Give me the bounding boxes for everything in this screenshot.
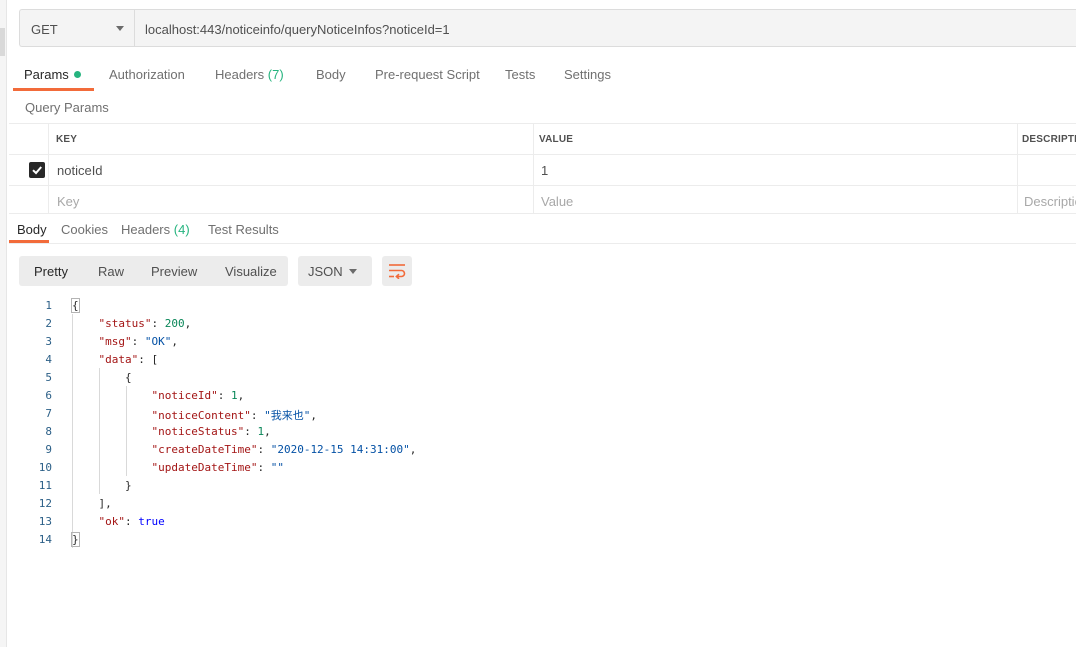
query-params-table: KEY VALUE DESCRIPTIO noticeId 1 Key Valu… (9, 123, 1076, 214)
code-line: ], (72, 497, 112, 510)
url-text: localhost:443/noticeinfo/queryNoticeInfo… (145, 22, 450, 37)
column-header-value: VALUE (539, 134, 574, 145)
line-number: 7 (45, 407, 52, 420)
format-selector: Pretty Raw Preview Visualize (19, 256, 288, 286)
json-key: "noticeId" (151, 389, 218, 402)
line-number: 1 (45, 299, 52, 312)
tab-params[interactable]: Params (24, 67, 81, 82)
table-divider (9, 154, 1076, 155)
code-line: "noticeStatus": 1, (151, 425, 271, 438)
json-key: "msg" (98, 335, 132, 348)
line-number: 11 (38, 479, 52, 492)
code-line: "data": [ (98, 353, 159, 366)
json-boolean: true (138, 515, 165, 528)
code-line: { (72, 371, 132, 384)
active-tab-indicator (13, 88, 94, 91)
code-line: "status": 200, (98, 317, 192, 330)
code-line: "ok": true (98, 515, 165, 528)
response-tab-body[interactable]: Body (17, 222, 47, 237)
chevron-down-icon (349, 269, 357, 274)
line-number: 6 (45, 389, 52, 402)
tab-body[interactable]: Body (316, 67, 346, 82)
json-key: "data" (98, 353, 139, 366)
tab-params-label: Params (24, 67, 69, 82)
format-raw-button[interactable]: Raw (98, 264, 124, 279)
description-placeholder[interactable]: Descriptio (1024, 194, 1076, 209)
value-placeholder[interactable]: Value (541, 194, 573, 209)
column-divider (533, 123, 534, 214)
tab-headers-label: Headers (215, 67, 265, 82)
json-key: "updateDateTime" (151, 461, 258, 474)
json-number: 200 (164, 317, 185, 330)
language-label: JSON (308, 264, 343, 279)
format-preview-button[interactable]: Preview (151, 264, 197, 279)
json-string: "OK" (144, 335, 172, 348)
tab-prerequest-script[interactable]: Pre-request Script (375, 67, 480, 82)
query-params-title: Query Params (25, 100, 109, 115)
column-header-key: KEY (56, 134, 78, 145)
column-divider (1017, 123, 1018, 214)
json-number: 1 (230, 389, 238, 402)
param-key-cell[interactable]: noticeId (57, 163, 103, 178)
wrap-lines-button[interactable] (382, 256, 412, 286)
json-key: "noticeStatus" (151, 425, 245, 438)
left-panel-handle[interactable] (0, 28, 5, 56)
code-line: } (71, 532, 80, 547)
line-number: 4 (45, 353, 52, 366)
response-tab-headers[interactable]: Headers (4) (121, 222, 190, 237)
code-line: "noticeContent": "我来也", (151, 409, 317, 422)
table-divider (9, 185, 1076, 186)
wrap-lines-icon (389, 264, 406, 279)
response-tab-headers-label: Headers (121, 222, 171, 237)
tab-authorization[interactable]: Authorization (109, 67, 185, 82)
json-string: "2020-12-15 14:31:00" (270, 443, 410, 456)
response-tab-test-results[interactable]: Test Results (208, 222, 279, 237)
response-tab-headers-count: (4) (173, 222, 190, 237)
code-line: "updateDateTime": "" (151, 461, 284, 474)
json-string: "我来也" (264, 409, 311, 422)
column-divider (48, 123, 49, 214)
method-label: GET (31, 22, 58, 37)
json-key: "ok" (98, 515, 126, 528)
code-line: } (72, 479, 132, 492)
json-key: "status" (98, 317, 152, 330)
tab-headers[interactable]: Headers (7) (215, 67, 284, 82)
line-number: 3 (45, 335, 52, 348)
code-line: "msg": "OK", (98, 335, 179, 348)
format-pretty-button[interactable]: Pretty (34, 264, 68, 279)
chevron-down-icon (116, 26, 124, 31)
table-divider (9, 123, 1076, 124)
line-number: 9 (45, 443, 52, 456)
method-select[interactable]: GET (19, 9, 134, 47)
response-tab-cookies[interactable]: Cookies (61, 222, 108, 237)
line-number: 14 (38, 533, 52, 546)
json-string: "" (270, 461, 284, 474)
code-line: "createDateTime": "2020-12-15 14:31:00", (151, 443, 417, 456)
json-key: "createDateTime" (151, 443, 258, 456)
table-divider (9, 213, 1076, 214)
key-placeholder[interactable]: Key (57, 194, 79, 209)
line-number: 10 (38, 461, 52, 474)
code-line: "noticeId": 1, (151, 389, 245, 402)
left-panel-edge (0, 0, 7, 647)
url-input[interactable]: localhost:443/noticeinfo/queryNoticeInfo… (134, 9, 1076, 47)
checkbox-checked-icon[interactable] (29, 162, 45, 178)
tab-tests[interactable]: Tests (505, 67, 535, 82)
response-tabs-divider (9, 243, 1076, 244)
line-number: 5 (45, 371, 52, 384)
format-visualize-button[interactable]: Visualize (225, 264, 277, 279)
line-number: 13 (38, 515, 52, 528)
language-select[interactable]: JSON (298, 256, 372, 286)
tab-headers-count: (7) (267, 67, 284, 82)
active-dot-icon (73, 71, 81, 78)
param-value-cell[interactable]: 1 (541, 163, 548, 178)
json-key: "noticeContent" (151, 409, 251, 422)
line-number: 2 (45, 317, 52, 330)
line-number: 12 (38, 497, 52, 510)
tab-settings[interactable]: Settings (564, 67, 611, 82)
line-number: 8 (45, 425, 52, 438)
json-number: 1 (257, 425, 265, 438)
column-header-description: DESCRIPTIO (1022, 134, 1076, 145)
code-line: { (71, 298, 80, 313)
